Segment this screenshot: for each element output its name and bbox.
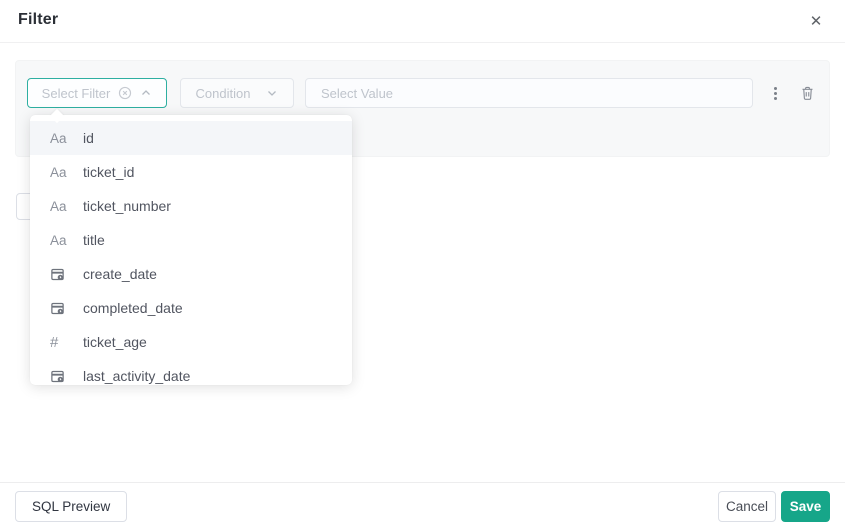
field-select[interactable]: Select Filter xyxy=(27,78,167,108)
dropdown-item-ticket-number[interactable]: Aa ticket_number xyxy=(30,189,352,223)
number-type-icon: # xyxy=(50,333,59,351)
dropdown-item-completed-date[interactable]: completed_date xyxy=(30,291,352,325)
condition-placeholder: Condition xyxy=(195,85,251,101)
cancel-button[interactable]: Cancel xyxy=(718,491,776,522)
text-type-icon: Aa xyxy=(50,164,67,180)
calendar-icon xyxy=(50,267,72,282)
dropdown-item-id[interactable]: Aa id xyxy=(30,121,352,155)
field-dropdown: Aa id Aa ticket_id Aa ticket_number Aa t… xyxy=(30,115,352,385)
value-input-placeholder: Select Value xyxy=(321,85,394,101)
dropdown-item-ticket-age[interactable]: # ticket_age xyxy=(30,325,352,359)
filter-dialog: Filter ✕ Select Filter Condition Select … xyxy=(0,0,845,528)
dropdown-item-last-activity-date[interactable]: last_activity_date xyxy=(30,359,352,385)
dialog-footer: SQL Preview Cancel Save xyxy=(0,482,845,528)
dropdown-item-ticket-id[interactable]: Aa ticket_id xyxy=(30,155,352,189)
clear-icon[interactable] xyxy=(118,86,132,100)
dialog-header: Filter ✕ xyxy=(0,0,845,43)
value-input[interactable]: Select Value xyxy=(305,78,753,108)
chevron-down-icon xyxy=(266,87,278,99)
calendar-icon xyxy=(50,301,72,316)
dropdown-item-title[interactable]: Aa title xyxy=(30,223,352,257)
field-select-placeholder: Select Filter xyxy=(41,85,111,101)
text-type-icon: Aa xyxy=(50,130,67,146)
chevron-up-icon xyxy=(140,87,152,99)
close-icon[interactable]: ✕ xyxy=(805,10,827,32)
condition-select[interactable]: Condition xyxy=(180,78,294,108)
dialog-title: Filter xyxy=(18,11,59,28)
trash-icon[interactable] xyxy=(797,82,817,104)
text-type-icon: Aa xyxy=(50,198,67,214)
save-button[interactable]: Save xyxy=(781,491,830,522)
dropdown-item-create-date[interactable]: create_date xyxy=(30,257,352,291)
calendar-icon xyxy=(50,369,72,384)
kebab-menu-icon[interactable] xyxy=(768,78,782,108)
text-type-icon: Aa xyxy=(50,232,67,248)
sql-preview-button[interactable]: SQL Preview xyxy=(15,491,128,522)
